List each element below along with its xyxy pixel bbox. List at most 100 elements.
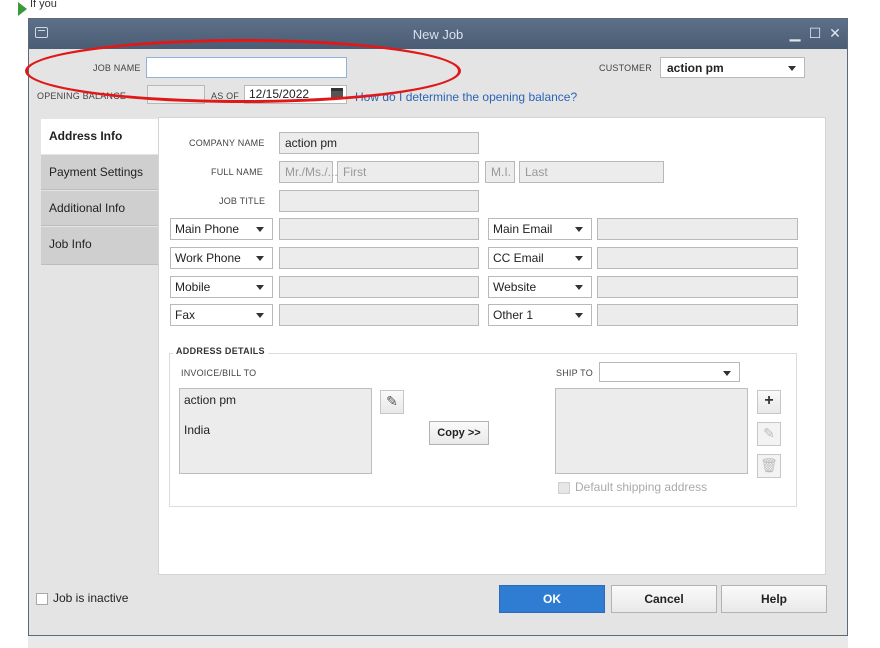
company-name-input[interactable]: action pm [279, 132, 479, 154]
edit-bill-to-button[interactable]: ✎ [380, 390, 404, 414]
tab-job-info[interactable]: Job Info [41, 227, 158, 265]
chevron-down-icon [256, 285, 264, 290]
address-details-title: ADDRESS DETAILS [173, 346, 268, 356]
default-shipping-label: Default shipping address [575, 480, 708, 494]
email-input-1[interactable] [597, 218, 798, 240]
window-title: New Job [412, 27, 464, 42]
edit-ship-to-button[interactable]: ✎ [757, 422, 781, 446]
tab-label: Additional Info [49, 201, 126, 215]
phone-input-2[interactable] [279, 247, 479, 269]
chevron-down-icon [788, 66, 796, 71]
email-type-select-1[interactable]: Main Email [488, 218, 592, 240]
customer-value: action pm [667, 61, 724, 75]
last-name-input[interactable]: Last [519, 161, 664, 183]
last-placeholder: Last [525, 165, 548, 179]
company-name-label: COMPANY NAME [189, 138, 265, 148]
tab-payment-settings[interactable]: Payment Settings [41, 155, 158, 190]
chevron-down-icon [723, 371, 731, 376]
calendar-icon[interactable] [331, 88, 343, 99]
phone-type-select-2[interactable]: Work Phone [170, 247, 273, 269]
job-name-label: JOB NAME [93, 63, 141, 73]
help-button[interactable]: Help [721, 585, 827, 613]
title-bar[interactable]: New Job ▁ ☐ ✕ [29, 19, 847, 49]
address-info-panel: COMPANY NAME action pm FULL NAME Mr./Ms.… [158, 117, 826, 575]
maximize-icon[interactable]: ☐ [807, 25, 823, 41]
email-type-select-3[interactable]: Website [488, 276, 592, 298]
phone-type-value: Mobile [175, 280, 211, 294]
phone-type-select-1[interactable]: Main Phone [170, 218, 273, 240]
phone-type-select-3[interactable]: Mobile [170, 276, 273, 298]
background-text: If you [30, 0, 57, 10]
email-input-2[interactable] [597, 247, 798, 269]
job-title-input[interactable] [279, 190, 479, 212]
job-inactive-checkbox[interactable] [36, 593, 48, 605]
email-type-select-4[interactable]: Other 1 [488, 304, 592, 326]
default-shipping-checkbox[interactable] [558, 482, 570, 494]
phone-type-value: Fax [175, 308, 196, 322]
customer-select[interactable]: action pm [660, 57, 805, 78]
ok-button[interactable]: OK [499, 585, 605, 613]
email-type-value: Main Email [493, 222, 553, 236]
tab-label: Address Info [49, 129, 123, 143]
first-name-input[interactable]: First [337, 161, 479, 183]
tab-additional-info[interactable]: Additional Info [41, 191, 158, 226]
salutation-input[interactable]: Mr./Ms./... [279, 161, 338, 183]
email-type-value: Website [493, 280, 537, 294]
ship-to-select[interactable] [599, 362, 740, 382]
copy-address-button[interactable]: Copy >> [429, 421, 489, 445]
phone-type-select-4[interactable]: Fax [170, 304, 273, 326]
email-input-3[interactable] [597, 276, 798, 298]
as-of-date-input[interactable]: 12/15/2022 [244, 85, 347, 104]
minimize-icon[interactable]: ▁ [787, 25, 803, 41]
chevron-down-icon [575, 227, 583, 232]
phone-input-4[interactable] [279, 304, 479, 326]
job-inactive-label: Job is inactive [53, 591, 129, 605]
bill-to-label: INVOICE/BILL TO [181, 368, 257, 378]
ship-to-address-box[interactable] [555, 388, 748, 474]
opening-balance-input[interactable] [147, 85, 205, 104]
trash-icon: 🗑 [760, 457, 778, 473]
email-input-4[interactable] [597, 304, 798, 326]
job-name-input[interactable] [146, 57, 347, 78]
phone-type-value: Main Phone [175, 222, 240, 236]
phone-input-1[interactable] [279, 218, 479, 240]
chevron-down-icon [575, 313, 583, 318]
chevron-down-icon [256, 313, 264, 318]
tab-label: Payment Settings [49, 165, 144, 179]
email-type-select-2[interactable]: CC Email [488, 247, 592, 269]
phone-type-value: Work Phone [175, 251, 241, 265]
mi-placeholder: M.I. [491, 165, 511, 179]
phone-input-3[interactable] [279, 276, 479, 298]
close-icon[interactable]: ✕ [827, 25, 843, 41]
as-of-label: AS OF [211, 91, 240, 101]
full-name-label: FULL NAME [211, 167, 263, 177]
cancel-button[interactable]: Cancel [611, 585, 717, 613]
pencil-icon: ✎ [386, 393, 398, 409]
opening-balance-help-link[interactable]: How do I determine the opening balance? [355, 90, 577, 104]
green-arrow-icon [18, 2, 27, 16]
first-placeholder: First [343, 165, 367, 179]
middle-initial-input[interactable]: M.I. [485, 161, 515, 183]
chevron-down-icon [575, 256, 583, 261]
add-ship-to-button[interactable]: + [757, 390, 781, 414]
opening-balance-label: OPENING BALANCE [37, 91, 127, 101]
salutation-placeholder: Mr./Ms./... [285, 165, 338, 179]
delete-ship-to-button[interactable]: 🗑 [757, 454, 781, 478]
tab-address-info[interactable]: Address Info [41, 119, 159, 154]
bill-to-line2: India [184, 423, 211, 437]
pencil-icon: ✎ [763, 425, 775, 441]
background-taskbar [28, 634, 848, 648]
plus-icon: + [764, 392, 774, 409]
customer-label: CUSTOMER [599, 63, 652, 73]
as-of-date-value: 12/15/2022 [249, 87, 310, 101]
chevron-down-icon [256, 256, 264, 261]
chevron-down-icon [256, 227, 264, 232]
bill-to-address-box[interactable]: action pm India [179, 388, 372, 474]
tab-label: Job Info [49, 237, 92, 251]
bill-to-line1: action pm [184, 393, 237, 407]
job-title-label: JOB TITLE [219, 196, 266, 206]
chevron-down-icon [575, 285, 583, 290]
new-job-window: New Job ▁ ☐ ✕ JOB NAME CUSTOMER action p… [25, 18, 848, 636]
email-type-value: Other 1 [493, 308, 534, 322]
email-type-value: CC Email [493, 251, 544, 265]
